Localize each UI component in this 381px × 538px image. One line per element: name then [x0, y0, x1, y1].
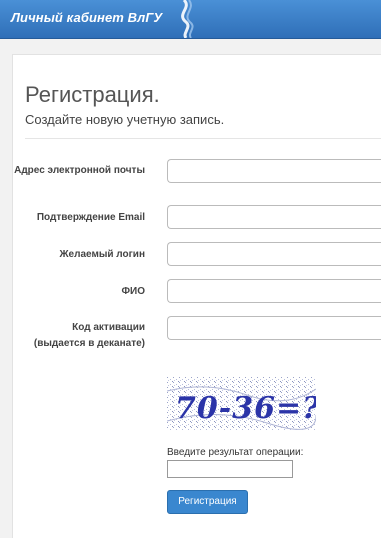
activation-code-label: Код активации (выдается в деканате) — [13, 320, 145, 352]
email-label: Адрес электронной почты — [14, 165, 145, 176]
captcha-text: 70-36=? — [175, 391, 316, 426]
activation-code-label-line1: Код активации — [72, 322, 145, 333]
login-field[interactable] — [167, 242, 381, 266]
login-label: Желаемый логин — [59, 249, 146, 260]
activation-code-label-line2: (выдается в деканате) — [33, 338, 145, 349]
logo-swoosh-icon — [181, 0, 194, 38]
register-button[interactable]: Регистрация — [167, 490, 248, 514]
captcha-image: 70-36=? — [166, 377, 320, 430]
fio-label: ФИО — [121, 286, 145, 297]
page-subtitle: Создайте новую учетную запись. — [25, 112, 225, 127]
fio-field[interactable] — [167, 279, 381, 303]
email-field[interactable] — [167, 159, 381, 183]
page-title: Регистрация. — [25, 82, 160, 107]
top-header-bar: Личный кабинет ВлГУ — [0, 0, 381, 39]
site-title: Личный кабинет ВлГУ — [11, 10, 163, 25]
captcha-noise: 70-36=? — [166, 377, 320, 430]
email-confirm-field[interactable] — [167, 205, 381, 229]
registration-panel: Регистрация. Создайте новую учетную запи… — [12, 54, 381, 538]
activation-code-field[interactable] — [167, 316, 381, 340]
captcha-prompt: Введите результат операции: — [167, 447, 304, 458]
divider — [25, 138, 381, 139]
email-confirm-label: Подтверждение Email — [36, 212, 145, 223]
captcha-answer-field[interactable] — [167, 460, 293, 478]
